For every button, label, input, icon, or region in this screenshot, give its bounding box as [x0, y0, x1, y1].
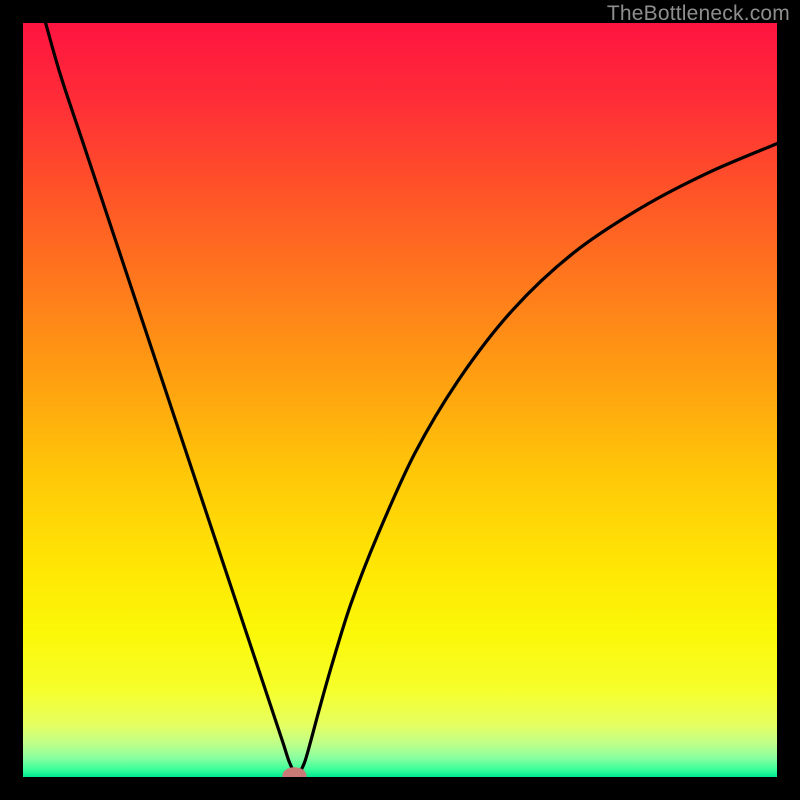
chart-frame [23, 23, 777, 777]
chart-background-gradient [23, 23, 777, 777]
chart-svg [23, 23, 777, 777]
watermark-text: TheBottleneck.com [607, 2, 790, 26]
